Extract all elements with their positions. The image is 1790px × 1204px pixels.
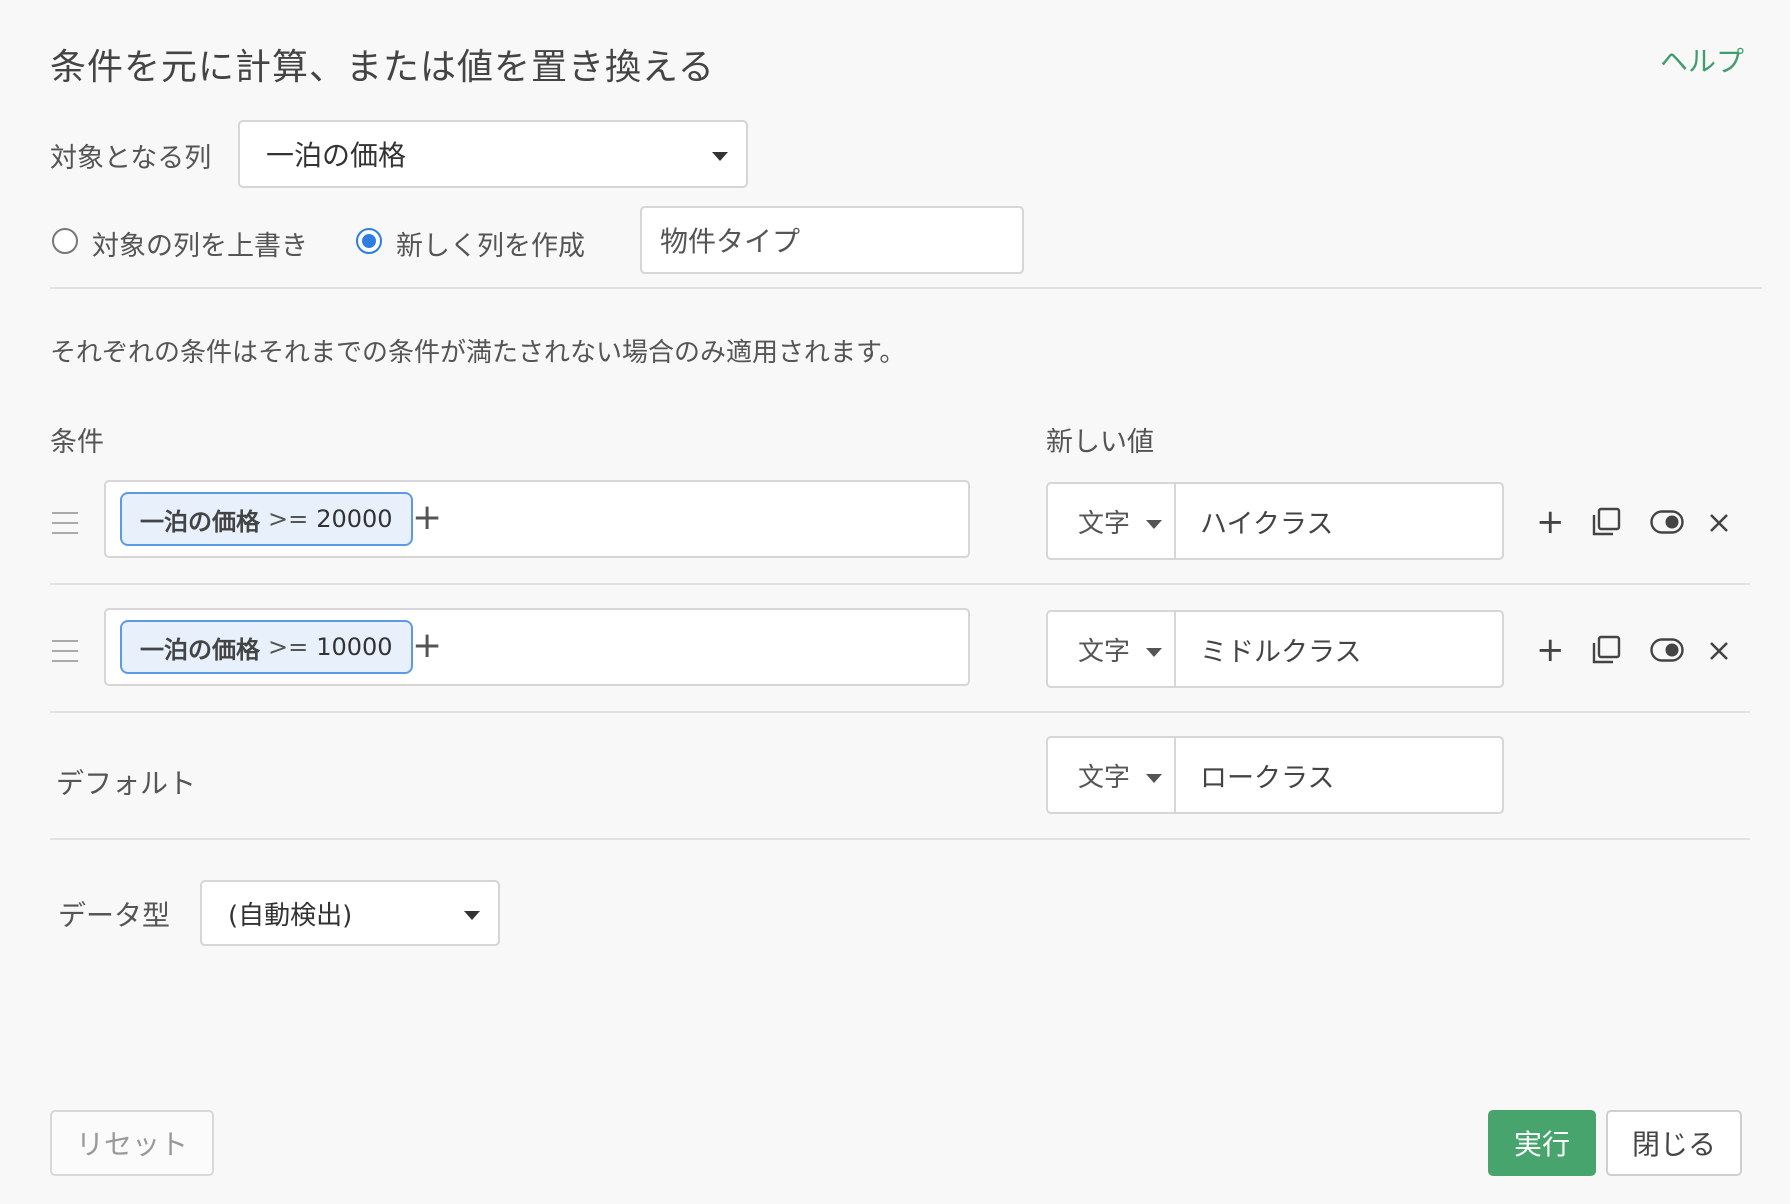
divider [50,583,1750,585]
default-value-input[interactable]: ロークラス [1176,736,1504,814]
add-condition-plus-icon[interactable]: + [412,622,442,670]
new-value-text: ミドルクラス [1200,636,1362,668]
new-value-input[interactable]: ミドルクラス [1176,610,1504,688]
value-type-label: 文字 [1078,636,1131,667]
chip-value: 20000 [316,505,393,533]
chip-column: 一泊の価格 [140,507,260,536]
new-value-input[interactable]: ハイクラス [1176,482,1504,560]
copy-icon[interactable] [1590,634,1622,670]
new-column-radio[interactable] [356,228,382,254]
dialog-title: 条件を元に計算、または値を置き換える [50,47,715,88]
condition-header: 条件 [50,427,104,458]
condition-chip[interactable]: 一泊の価格 >= 10000 [120,620,413,674]
add-row-plus-icon[interactable]: + [1536,630,1565,670]
chip-operator: >= [268,633,309,661]
divider [50,287,1762,289]
new-value-text: ハイクラス [1200,508,1334,540]
divider [50,838,1750,840]
target-column-label: 対象となる列 [50,143,212,174]
value-type-select[interactable]: 文字 [1046,482,1176,560]
close-button[interactable]: 閉じる [1606,1110,1742,1176]
toggle-icon[interactable] [1650,638,1684,666]
add-row-plus-icon[interactable]: + [1536,502,1565,542]
target-column-value: 一泊の価格 [266,139,407,172]
data-type-select[interactable]: (自動検出) [200,880,500,946]
condition-box[interactable]: 一泊の価格 >= 20000 + [104,480,970,558]
value-type-label: 文字 [1078,508,1131,539]
toggle-icon[interactable] [1650,510,1684,538]
new-value-header: 新しい値 [1046,427,1154,458]
value-type-select[interactable]: 文字 [1046,610,1176,688]
drag-handle-icon[interactable] [52,640,78,670]
new-column-name-value: 物件タイプ [660,225,801,258]
chevron-down-icon [464,911,480,920]
chip-column: 一泊の価格 [140,635,260,664]
close-icon[interactable] [1708,512,1730,538]
chevron-down-icon [1146,774,1162,783]
help-link[interactable]: ヘルプ [1660,40,1744,80]
new-column-name-input[interactable]: 物件タイプ [640,206,1024,274]
overwrite-radio-label: 対象の列を上書き [92,231,308,262]
chevron-down-icon [712,152,728,161]
dialog: 条件を元に計算、または値を置き換える ヘルプ 対象となる列 一泊の価格 対象の列… [0,0,1790,1204]
overwrite-radio[interactable] [52,228,78,254]
new-column-radio-label: 新しく列を作成 [396,231,585,262]
condition-box[interactable]: 一泊の価格 >= 10000 + [104,608,970,686]
chevron-down-icon [1146,648,1162,657]
drag-handle-icon[interactable] [52,512,78,542]
reset-button[interactable]: リセット [50,1110,214,1176]
copy-icon[interactable] [1590,506,1622,542]
chip-operator: >= [268,505,309,533]
default-value-text: ロークラス [1200,762,1335,794]
chevron-down-icon [1146,520,1162,529]
data-type-label: データ型 [58,899,171,932]
conditions-note: それぞれの条件はそれまでの条件が満たされない場合のみ適用されます。 [50,338,906,368]
run-button[interactable]: 実行 [1488,1110,1596,1176]
condition-chip[interactable]: 一泊の価格 >= 20000 [120,492,413,546]
add-condition-plus-icon[interactable]: + [412,494,442,542]
data-type-value: (自動検出) [228,900,353,931]
default-type-label: 文字 [1078,762,1131,793]
default-type-select[interactable]: 文字 [1046,736,1176,814]
chip-value: 10000 [316,633,393,661]
close-icon[interactable] [1708,640,1730,666]
default-label: デフォルト [56,767,197,800]
divider [50,711,1750,713]
target-column-select[interactable]: 一泊の価格 [238,120,748,188]
